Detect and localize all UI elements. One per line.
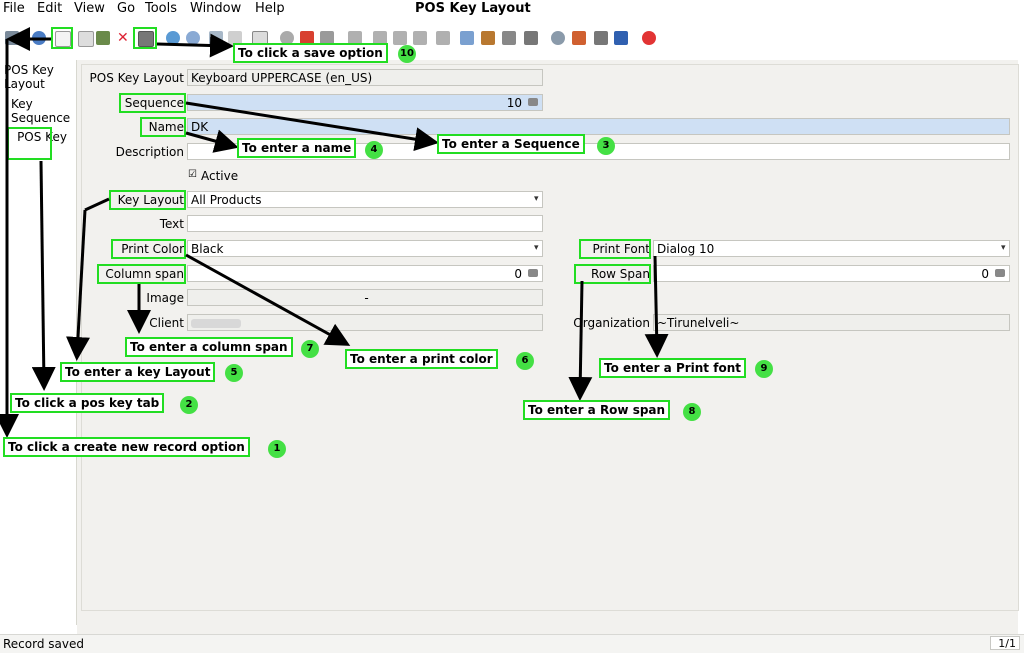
annotation-number-6: 6 [516,352,534,370]
annotation-number-2: 2 [180,396,198,414]
print-color-dropdown-icon[interactable]: ▾ [534,243,539,253]
print-icon[interactable] [524,31,538,45]
annotation-key-layout: To enter a key Layout [60,362,216,382]
find-icon[interactable] [186,31,200,45]
status-bar [0,634,1024,653]
client-field[interactable] [187,314,543,331]
highlight-pos-key-tab [7,127,52,160]
image-field[interactable]: - [187,289,543,306]
highlight-print-color [111,239,186,259]
annotation-number-8: 8 [683,403,701,421]
annotation-column-span: To enter a column span [125,337,293,357]
print-color-field[interactable]: Black [187,240,543,257]
annotation-name: To enter a name [237,138,357,158]
highlight-column-span [97,264,186,284]
active-label: Active [201,169,239,183]
client-label: Client [149,316,184,330]
annotation-number-5: 5 [225,364,243,382]
archive-icon[interactable] [481,31,495,45]
workflow-icon[interactable] [572,31,586,45]
print-preview-icon[interactable] [502,31,516,45]
pos-key-layout-field[interactable]: Keyboard UPPERCASE (en_US) [187,69,543,86]
annotation-create-new-record: To click a create new record option [3,437,250,457]
key-layout-field[interactable]: All Products [187,191,543,208]
menu-go[interactable]: Go [117,1,135,16]
column-span-field[interactable]: 0 [187,265,543,282]
print-font-dropdown-icon[interactable]: ▾ [1001,243,1006,253]
highlight-save [133,27,157,49]
annotation-print-color: To enter a print color [345,349,498,369]
annotation-print-font: To enter a Print font [599,358,746,378]
annotation-number-1: 1 [268,440,286,458]
text-label: Text [159,217,184,231]
attachment-icon[interactable] [209,31,223,45]
image-label: Image [146,291,184,305]
menu-file[interactable]: File [3,1,25,16]
organization-label: Organization [573,316,650,330]
back-icon[interactable] [5,31,19,45]
refresh-icon[interactable] [166,31,180,45]
description-label: Description [115,145,184,159]
annotation-number-3: 3 [597,137,615,155]
name-field[interactable]: DK [187,118,1010,135]
sequence-field[interactable]: 10 [187,94,543,111]
report-icon[interactable] [460,31,474,45]
menu-tools[interactable]: Tools [145,1,177,16]
status-message: Record saved [3,637,84,651]
cancel-icon[interactable]: ✕ [117,31,131,45]
menu-window[interactable]: Window [190,1,241,16]
organization-field[interactable]: ~Tirunelveli~ [653,314,1010,331]
annotation-pos-key-tab: To click a pos key tab [10,393,165,413]
help-icon[interactable] [32,31,46,45]
exit-icon[interactable] [642,31,656,45]
window-title: POS Key Layout [415,1,531,16]
chat-icon[interactable] [614,31,628,45]
row-span-spinner-icon[interactable] [995,269,1005,277]
active-checkbox[interactable]: ☑ [188,169,197,180]
zoom-across-icon[interactable] [551,31,565,45]
highlight-key-layout [109,190,186,210]
menu-edit[interactable]: Edit [37,1,62,16]
down-icon[interactable] [436,31,450,45]
annotation-number-10: 10 [398,45,416,63]
next-record-icon[interactable] [393,31,407,45]
annotation-number-4: 4 [365,141,383,159]
tab-pos-key-layout[interactable]: POS Key Layout [4,63,74,91]
menu-view[interactable]: View [74,1,105,16]
copy-record-icon[interactable] [78,31,94,47]
highlight-sequence [119,93,186,113]
sequence-spinner-icon[interactable] [528,98,538,106]
text-field[interactable] [187,215,543,232]
record-counter[interactable]: 1/1 [990,636,1020,650]
row-span-field[interactable]: 0 [653,265,1010,282]
highlight-new-record [51,27,73,49]
product-info-icon[interactable] [594,31,608,45]
annotation-sequence: To enter a Sequence [437,134,585,154]
annotation-row-span: To enter a Row span [523,400,671,420]
annotation-number-7: 7 [301,340,319,358]
column-span-spinner-icon[interactable] [528,269,538,277]
client-blurred-value [191,319,241,328]
key-layout-dropdown-icon[interactable]: ▾ [534,194,539,204]
tab-key-sequence[interactable]: Key Sequence [11,97,75,125]
pos-key-layout-label: POS Key Layout [89,71,184,85]
menu-help[interactable]: Help [255,1,285,16]
highlight-name [140,117,186,137]
print-font-field[interactable]: Dialog 10 [653,240,1010,257]
annotation-save: To click a save option [233,43,388,63]
last-record-icon[interactable] [413,31,427,45]
delete-record-icon[interactable] [96,31,110,45]
annotation-number-9: 9 [755,360,773,378]
highlight-row-span [574,264,651,284]
highlight-print-font [579,239,651,259]
